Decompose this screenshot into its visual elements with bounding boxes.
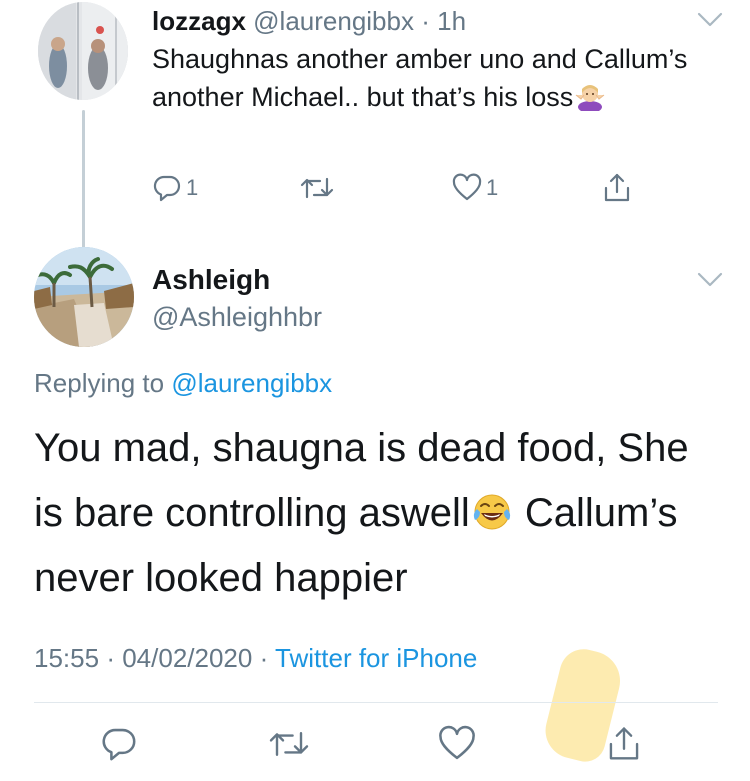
avatar[interactable] [38, 2, 128, 100]
share-icon [604, 173, 630, 202]
replying-to-mention-link[interactable]: @laurengibbx [171, 368, 332, 398]
tweet-meta: 15:55 · 04/02/2020 · Twitter for iPhone [34, 641, 477, 675]
retweet-icon [269, 732, 309, 756]
like-icon [439, 725, 475, 760]
tweet-text: You mad, shaugna is dead food, She is ba… [34, 416, 724, 611]
username[interactable]: @Ashleighhbr [152, 301, 322, 333]
reply-icon [102, 728, 136, 761]
retweet-button[interactable] [268, 712, 310, 776]
tweet-action-bar: 1 1 [152, 168, 672, 208]
parent-tweet-header: lozzagx @laurengibbx · 1h [152, 6, 466, 36]
reply-button[interactable] [100, 712, 138, 776]
timestamp[interactable]: 15:55 [34, 643, 99, 673]
display-name[interactable]: lozzagx [152, 6, 246, 36]
retweet-button[interactable] [300, 168, 334, 208]
separator-dot: · [106, 643, 115, 673]
face-with-tears-of-joy-emoji-icon [472, 487, 512, 530]
retweet-icon [300, 177, 334, 199]
username[interactable]: @laurengibbx [253, 6, 414, 36]
reply-button[interactable]: 1 [152, 168, 198, 208]
reply-icon [153, 175, 181, 202]
replying-to-label: Replying to [34, 368, 165, 398]
tweet-text: Shaughnas another amber uno and Callum’s… [152, 40, 732, 116]
divider [34, 702, 718, 703]
like-count: 1 [486, 175, 499, 200]
share-button[interactable] [606, 712, 642, 776]
share-icon [609, 727, 639, 760]
share-button[interactable] [602, 168, 632, 208]
separator-dot: · [421, 6, 430, 36]
separator-dot: · [259, 643, 269, 673]
tweet-text-body: Shaughnas another amber uno and Callum’s… [152, 44, 688, 112]
tweet-detail-page: lozzagx @laurengibbx · 1h Shaughnas anot… [0, 0, 750, 781]
tweet-action-bar [0, 712, 750, 776]
source-link[interactable]: Twitter for iPhone [275, 643, 477, 673]
avatar[interactable] [34, 247, 134, 347]
chevron-down-icon[interactable] [697, 272, 723, 288]
like-button[interactable] [438, 712, 476, 776]
replying-to-line: Replying to @laurengibbx [34, 366, 332, 400]
reply-count: 1 [186, 175, 199, 200]
chevron-down-icon[interactable] [697, 12, 723, 28]
like-button[interactable]: 1 [452, 168, 498, 208]
display-name[interactable]: Ashleigh [152, 264, 270, 296]
thread-connector-line [82, 110, 85, 250]
person-shrugging-emoji-icon [575, 81, 605, 113]
date[interactable]: 04/02/2020 [122, 643, 252, 673]
like-icon [452, 173, 482, 201]
timestamp[interactable]: 1h [437, 6, 466, 36]
parent-tweet[interactable]: lozzagx @laurengibbx · 1h Shaughnas anot… [0, 0, 750, 250]
